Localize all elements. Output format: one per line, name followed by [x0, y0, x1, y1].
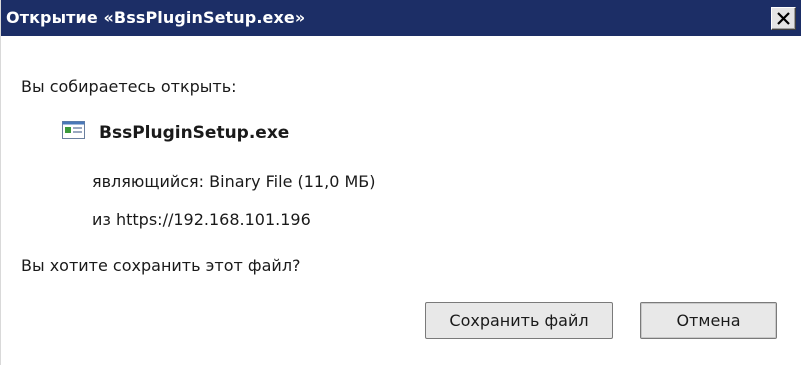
executable-file-icon — [62, 121, 86, 145]
save-file-button[interactable]: Сохранить файл — [425, 302, 613, 339]
file-name: BssPluginSetup.exe — [99, 123, 290, 143]
file-source: из https://192.168.101.196 — [92, 210, 311, 229]
dialog-title: Открытие «BssPluginSetup.exe» — [6, 8, 306, 27]
save-question: Вы хотите сохранить этот файл? — [21, 256, 301, 275]
close-icon — [777, 12, 790, 25]
file-type: являющийся: Binary File (11,0 МБ) — [92, 172, 376, 191]
close-button[interactable] — [771, 7, 796, 30]
titlebar[interactable]: Открытие «BssPluginSetup.exe» — [1, 0, 801, 36]
cancel-button[interactable]: Отмена — [640, 302, 777, 339]
open-prompt: Вы собираетесь открыть: — [21, 77, 237, 96]
download-dialog: Открытие «BssPluginSetup.exe» Вы собирае… — [0, 0, 801, 365]
